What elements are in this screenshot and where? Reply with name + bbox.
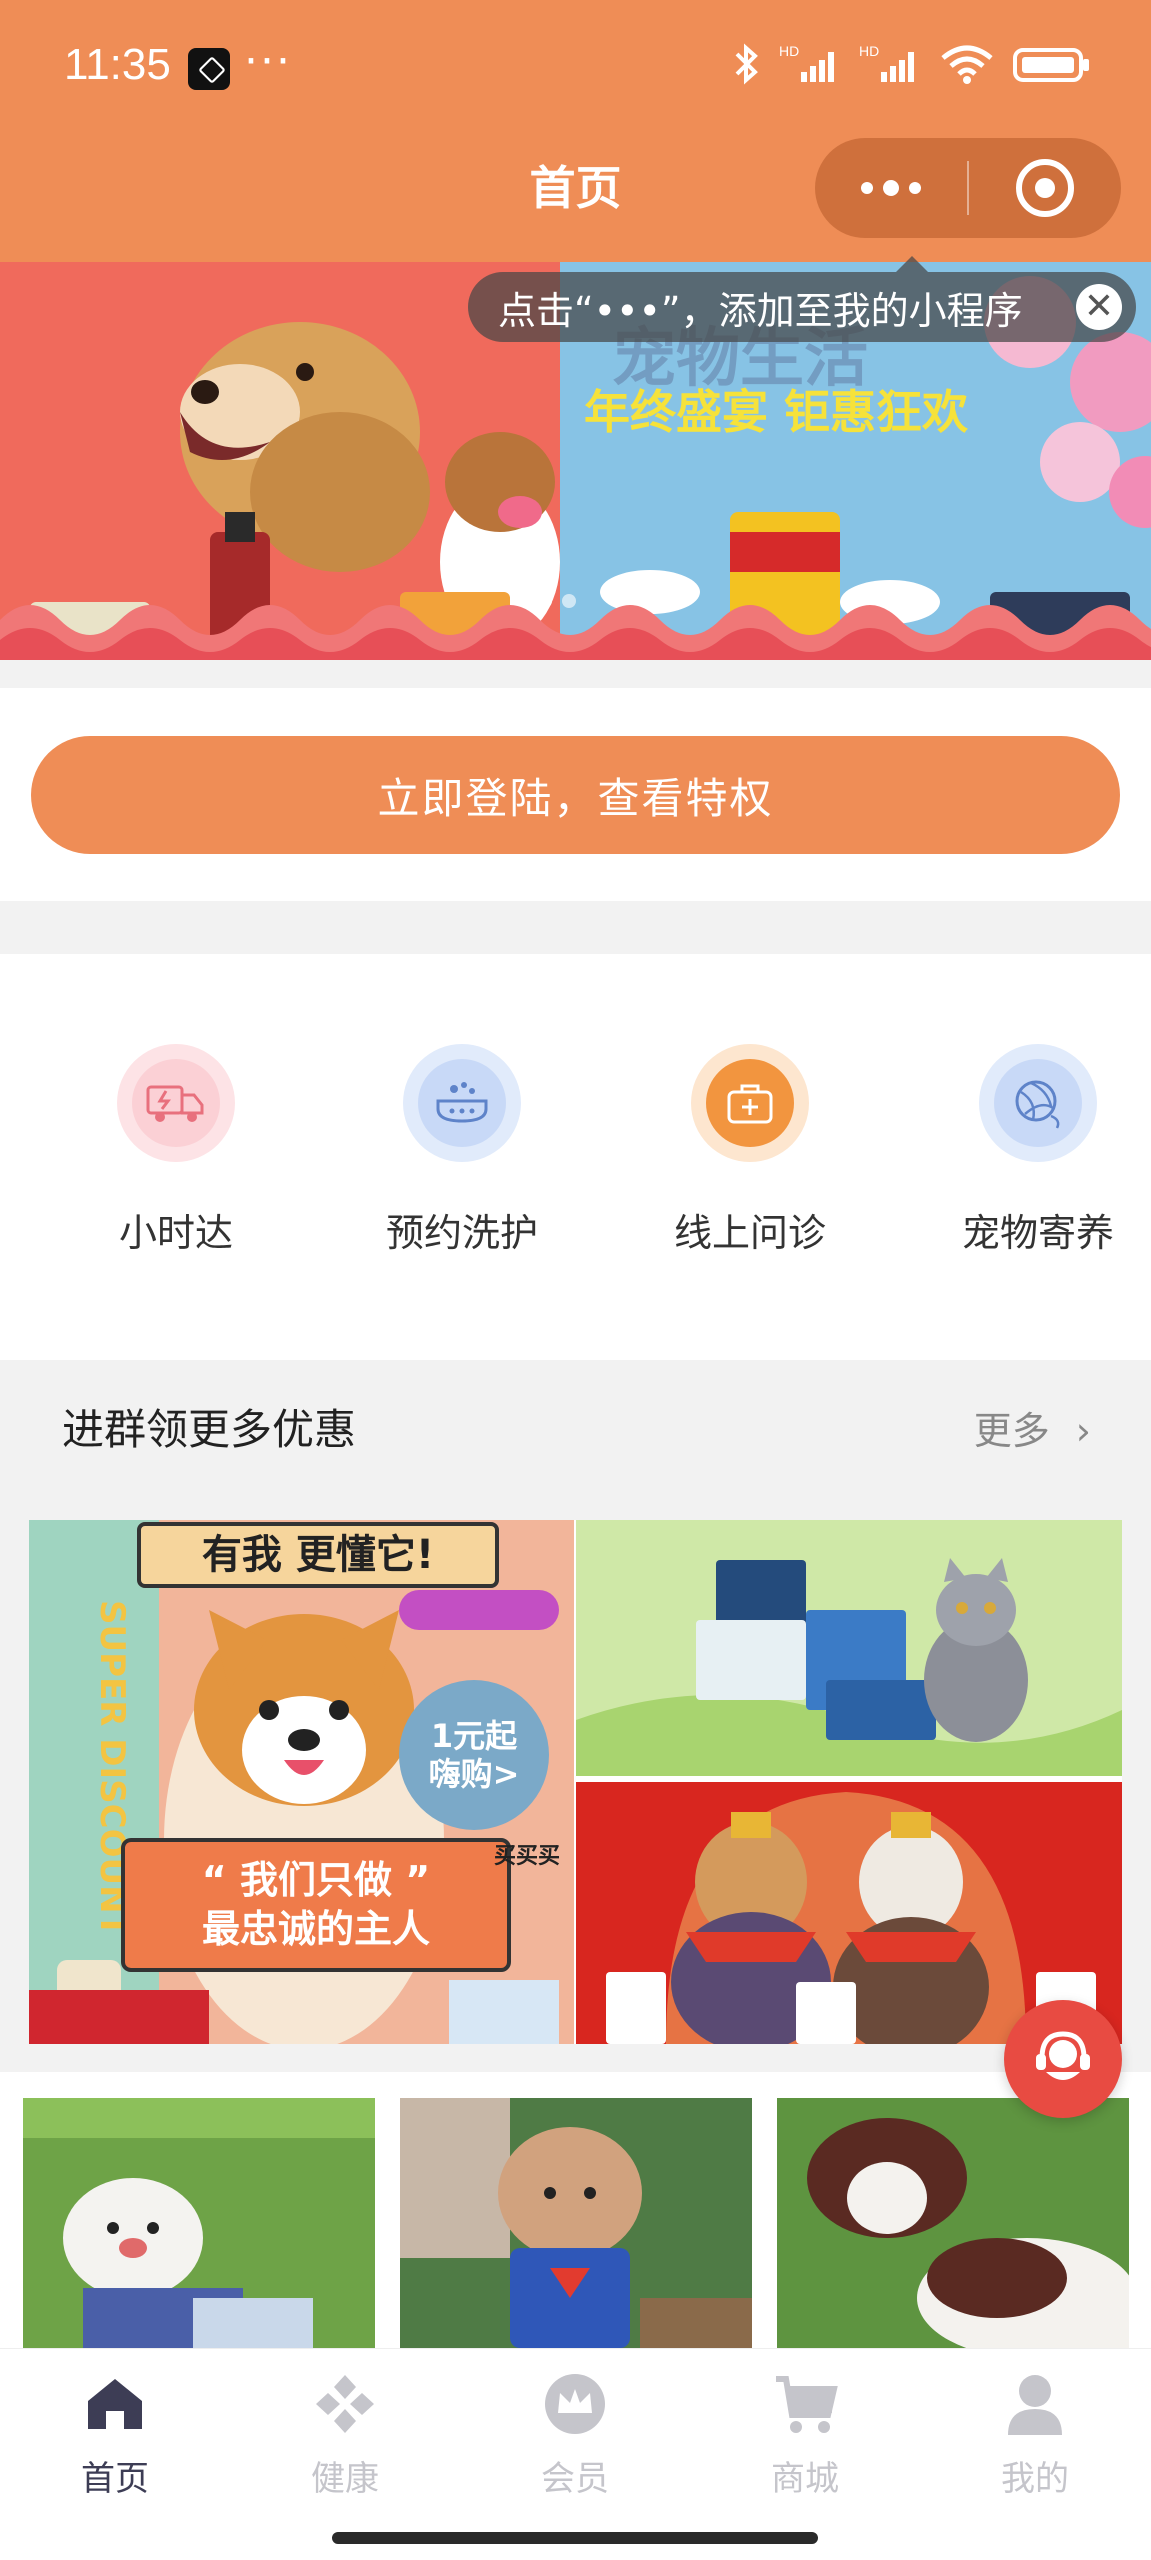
section-title: 进群领更多优惠 — [62, 1405, 357, 1454]
tab-label: 商城 — [771, 2459, 839, 2499]
truck-icon — [117, 1044, 235, 1162]
yarn-ball-icon — [979, 1044, 1097, 1162]
service-label: 线上问诊 — [673, 1211, 826, 1255]
pagination-dot — [538, 594, 552, 608]
service-label: 宠物寄养 — [961, 1211, 1114, 1255]
signal-icon: HD — [859, 43, 914, 82]
service-grooming[interactable]: 预约洗护 — [362, 1044, 562, 1257]
svg-text:HD: HD — [779, 43, 799, 59]
home-indicator-bar — [332, 2532, 818, 2544]
pet-photo-row — [0, 2072, 1151, 2348]
service-pet-boarding[interactable]: 宠物寄养 — [938, 1044, 1138, 1257]
medkit-icon — [691, 1044, 809, 1162]
crown-icon — [545, 2374, 605, 2434]
products-cat-illustration — [576, 1558, 1122, 1776]
white-dog-photo — [23, 2098, 375, 2348]
promo-card-corgi[interactable]: 有我 更懂它! SUPER DISCOUNT 1元起 嗨购> “ 我们只做 ” … — [29, 1520, 574, 2044]
promo-grid: 有我 更懂它! SUPER DISCOUNT 1元起 嗨购> “ 我们只做 ” … — [29, 1520, 1122, 2044]
pet-photo-card[interactable] — [777, 2098, 1129, 2348]
home-icon — [88, 2379, 142, 2429]
headset-icon — [1036, 2031, 1090, 2080]
app-notification-icon — [188, 48, 230, 90]
user-icon — [1008, 2375, 1062, 2435]
tab-member[interactable]: 会员 — [500, 2371, 650, 2500]
service-hourly-delivery[interactable]: 小时达 — [76, 1044, 276, 1257]
banner-pagination — [538, 594, 576, 608]
tip-close-button[interactable]: ✕ — [1076, 284, 1122, 330]
promo-tag: 买买买 — [494, 1844, 561, 1869]
chevron-right-icon: › — [1075, 1409, 1091, 1453]
promo-price-bubble: 1元起 嗨购> — [399, 1680, 549, 1830]
login-button[interactable]: 立即登陆，查看特权 — [31, 736, 1120, 854]
dot-icon — [861, 182, 873, 194]
tab-health[interactable]: 健康 — [270, 2371, 420, 2500]
group-section-header: 进群领更多优惠 更多 › — [0, 1360, 1151, 1490]
promo-headline: 有我 更懂它! — [137, 1522, 499, 1588]
tip-text: 点击“•••”，添加至我的小程序 — [498, 288, 1023, 333]
more-menu-button[interactable] — [815, 138, 967, 238]
quote-line: “ 我们只做 ” — [201, 1857, 431, 1902]
poodle-photo — [400, 2098, 752, 2348]
home-indicator — [0, 2512, 1151, 2560]
promo-card-flea-treatment[interactable] — [576, 1520, 1122, 1776]
promo-side-text: SUPER DISCOUNT — [92, 1600, 132, 1937]
bubble-line: 嗨购> — [428, 1755, 520, 1793]
tab-label: 我的 — [1001, 2459, 1069, 2499]
bath-icon — [403, 1044, 521, 1162]
quote-line: 最忠诚的主人 — [201, 1907, 430, 1951]
puppies-photo — [777, 2098, 1129, 2348]
signal-icon: HD — [779, 43, 834, 82]
pet-photo-card[interactable] — [23, 2098, 375, 2348]
add-mini-program-tip: 点击“•••”，添加至我的小程序 ✕ — [468, 256, 1136, 342]
wifi-icon — [941, 45, 993, 84]
cart-icon — [776, 2376, 838, 2433]
bluetooth-icon — [735, 43, 758, 85]
tab-label: 健康 — [311, 2459, 379, 2499]
health-icon — [316, 2375, 374, 2433]
dot-icon — [909, 182, 921, 194]
tab-mine[interactable]: 我的 — [960, 2371, 1110, 2500]
promo-quote: “ 我们只做 ” 最忠诚的主人 — [121, 1838, 511, 1972]
customer-service-button[interactable] — [1004, 2000, 1122, 2118]
status-time: 11:35 — [64, 40, 171, 89]
bubble-line: 1元起 — [430, 1716, 518, 1755]
svg-text:HD: HD — [859, 43, 879, 59]
tab-mall[interactable]: 商城 — [730, 2371, 880, 2500]
more-link[interactable]: 更多 › — [974, 1400, 1091, 1455]
mini-program-capsule — [815, 138, 1121, 238]
service-online-consult[interactable]: 线上问诊 — [650, 1044, 850, 1257]
status-indicators: HD HD — [731, 42, 1091, 86]
target-icon — [1016, 159, 1074, 217]
tab-home[interactable]: 首页 — [40, 2371, 190, 2500]
exit-mini-program-button[interactable] — [969, 159, 1121, 217]
dot-icon — [883, 180, 899, 196]
service-label: 预约洗护 — [385, 1211, 538, 1255]
title-bar: 11:35 ··· HD HD 首页 — [0, 0, 1151, 262]
service-grid: 小时达 预约洗护 线上问诊 宠物寄养 — [0, 954, 1151, 1360]
battery-icon — [1013, 48, 1089, 82]
bottom-tab-bar: 首页 健康 会员 商城 我的 — [0, 2348, 1151, 2512]
pet-photo-card[interactable] — [400, 2098, 752, 2348]
banner-subtitle: 年终盛宴 钜惠狂欢 — [584, 385, 969, 439]
login-section: 立即登陆，查看特权 — [0, 688, 1151, 901]
tab-label: 会员 — [541, 2459, 609, 2499]
banner-wave-decoration — [0, 605, 1151, 660]
status-more-icon: ··· — [244, 36, 292, 87]
service-label: 小时达 — [118, 1211, 233, 1255]
more-label: 更多 — [973, 1409, 1050, 1453]
tab-label: 首页 — [81, 2459, 149, 2499]
pagination-dot — [562, 594, 576, 608]
